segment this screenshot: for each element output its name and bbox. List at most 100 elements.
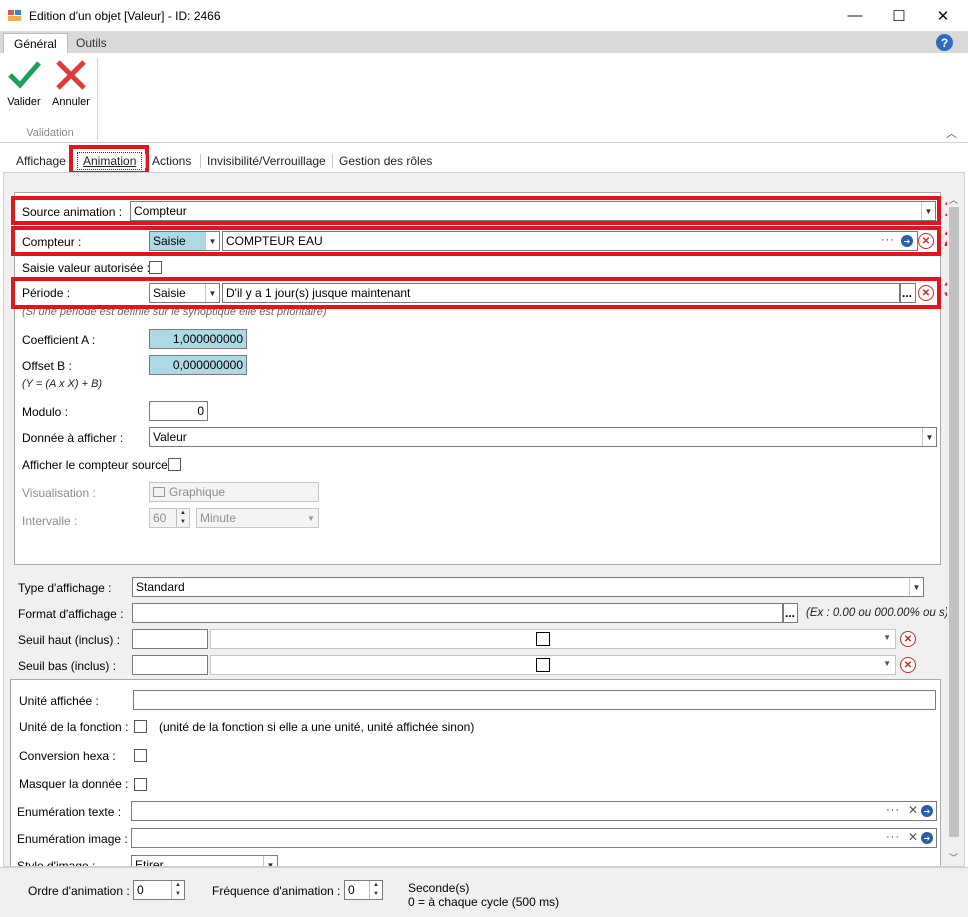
subtab-gestion-roles[interactable]: Gestion des rôles xyxy=(332,154,432,168)
title-bar: Edition d'un objet [Valeur] - ID: 2466 —… xyxy=(0,0,968,31)
scrollbar-thumb[interactable] xyxy=(949,207,959,837)
seuil-haut-color-dropdown[interactable]: ▼ xyxy=(210,629,896,649)
type-affichage-dropdown[interactable]: Standard ▼ xyxy=(132,577,924,597)
navigate-icon[interactable]: ➔ xyxy=(921,832,933,844)
clear-icon[interactable]: ✕ xyxy=(908,803,918,817)
frequence-animation-spinner[interactable]: 0 ▲ ▼ xyxy=(344,880,383,900)
seuil-haut-label: Seuil haut (inclus) : xyxy=(18,633,121,647)
scroll-up-icon[interactable]: ︿ xyxy=(949,193,958,206)
coefficient-label: Coefficient A : xyxy=(22,333,96,347)
enum-texte-field[interactable]: ··· ✕ ➔ xyxy=(131,801,937,821)
enum-texte-label: Enumération texte : xyxy=(17,805,122,819)
chart-icon xyxy=(153,487,165,497)
conversion-hexa-checkbox[interactable] xyxy=(134,749,147,762)
seuil-bas-input[interactable] xyxy=(132,655,208,675)
saisie-autorisee-label: Saisie valeur autorisée : xyxy=(22,261,151,275)
unite-fonction-label: Unité de la fonction : xyxy=(19,720,129,734)
more-icon[interactable]: ··· xyxy=(886,804,900,816)
style-image-label: Style d'image : xyxy=(17,859,96,867)
spinner-arrows-icon[interactable]: ▲ ▼ xyxy=(171,881,184,899)
conversion-hexa-label: Conversion hexa : xyxy=(19,749,116,763)
intervalle-spinner[interactable]: 60 ▲ ▼ xyxy=(149,508,190,528)
secondes-label: Seconde(s) xyxy=(408,881,470,895)
clear-seuil-bas-icon[interactable]: ✕ xyxy=(900,657,916,673)
close-button[interactable]: ✕ xyxy=(920,0,966,31)
enum-image-field[interactable]: ··· ✕ ➔ xyxy=(131,828,937,848)
unite-fonction-note: (unité de la fonction si elle a une unit… xyxy=(159,720,475,734)
bottom-bar: Ordre d'animation : 0 ▲ ▼ Fréquence d'ani… xyxy=(0,867,968,917)
collapse-ribbon-icon[interactable]: ︿ xyxy=(946,125,957,141)
content-area: Source animation : Compteur ▼ Compteur :… xyxy=(3,172,965,867)
highlight-box-2 xyxy=(11,226,941,256)
clear-icon[interactable]: ✕ xyxy=(908,830,918,844)
annuler-button[interactable]: Annuler xyxy=(50,57,92,108)
help-icon[interactable]: ? xyxy=(936,34,953,51)
afficher-source-checkbox[interactable] xyxy=(168,458,181,471)
seuil-haut-input[interactable] xyxy=(132,629,208,649)
vertical-scrollbar[interactable]: ︿ ﹀ xyxy=(947,193,961,866)
style-image-value: Etirer xyxy=(135,858,164,867)
style-image-dropdown[interactable]: Etirer ▼ xyxy=(131,855,278,867)
visualisation-button[interactable]: Graphique xyxy=(149,482,319,502)
subtab-animation[interactable]: Animation xyxy=(77,152,143,170)
clear-seuil-haut-icon[interactable]: ✕ xyxy=(900,631,916,647)
offset-input[interactable]: 0,000000000 xyxy=(149,355,247,375)
modulo-input[interactable]: 0 xyxy=(149,401,208,421)
ordre-animation-label: Ordre d'animation : xyxy=(28,884,130,898)
highlight-box-3 xyxy=(11,277,941,309)
chevron-down-icon: ▼ xyxy=(883,659,891,668)
intervalle-value: 60 xyxy=(153,511,167,525)
visualisation-value: Graphique xyxy=(169,485,226,499)
modulo-label: Modulo : xyxy=(22,405,69,419)
valider-button[interactable]: Valider xyxy=(5,57,43,108)
saisie-autorisee-checkbox[interactable] xyxy=(149,261,162,274)
intervalle-unit-dropdown[interactable]: Minute ▼ xyxy=(196,508,319,528)
format-affichage-label: Format d'affichage : xyxy=(18,607,124,621)
type-affichage-label: Type d'affichage : xyxy=(18,581,112,595)
donnee-value: Valeur xyxy=(153,430,187,444)
donnee-label: Donnée à afficher : xyxy=(22,431,124,445)
afficher-source-label: Afficher le compteur source : xyxy=(22,458,175,472)
format-affichage-input[interactable] xyxy=(132,603,783,623)
highlight-box-1 xyxy=(11,196,941,225)
unite-affichee-input[interactable] xyxy=(133,690,936,710)
color-swatch xyxy=(536,658,550,672)
scroll-down-icon[interactable]: ﹀ xyxy=(949,851,958,864)
frequence-animation-label: Fréquence d'animation : xyxy=(212,884,341,898)
subtab-invisibilite[interactable]: Invisibilité/Verrouillage xyxy=(200,154,326,168)
main-tabstrip: Général Outils ? xyxy=(0,31,968,53)
subtab-actions[interactable]: Actions xyxy=(145,154,191,168)
more-icon[interactable]: ··· xyxy=(886,831,900,843)
masquer-donnee-label: Masquer la donnée : xyxy=(19,777,129,791)
ordre-animation-spinner[interactable]: 0 ▲ ▼ xyxy=(133,880,185,900)
app-icon xyxy=(8,8,22,22)
annuler-label: Annuler xyxy=(52,96,90,108)
masquer-donnee-checkbox[interactable] xyxy=(134,778,147,791)
coefficient-input[interactable]: 1,000000000 xyxy=(149,329,247,349)
checkmark-icon xyxy=(8,61,41,89)
sub-tabstrip: Affichage Animation Actions Invisibilité… xyxy=(0,145,968,175)
maximize-button[interactable]: ☐ xyxy=(876,0,922,31)
window-title: Edition d'un objet [Valeur] - ID: 2466 xyxy=(29,9,221,23)
tab-outils[interactable]: Outils xyxy=(66,33,117,53)
type-affichage-value: Standard xyxy=(136,580,185,594)
seuil-bas-color-dropdown[interactable]: ▼ xyxy=(210,655,896,675)
subtab-affichage[interactable]: Affichage xyxy=(16,154,66,168)
unite-fonction-checkbox[interactable] xyxy=(134,720,147,733)
chevron-down-icon: ▼ xyxy=(883,633,891,642)
intervalle-unit-value: Minute xyxy=(200,511,237,525)
color-swatch xyxy=(536,632,550,646)
unite-affichee-label: Unité affichée : xyxy=(19,694,99,708)
format-hint: (Ex : 0.00 ou 000.00% ou s) xyxy=(806,607,949,619)
chevron-down-icon: ▼ xyxy=(909,578,923,596)
tab-general[interactable]: Général xyxy=(3,33,68,53)
format-browse-button[interactable]: ... xyxy=(783,603,798,623)
navigate-icon[interactable]: ➔ xyxy=(921,805,933,817)
intervalle-label: Intervalle : xyxy=(22,514,78,528)
group-separator xyxy=(97,58,98,140)
chevron-down-icon: ▼ xyxy=(922,428,936,446)
minimize-button[interactable]: — xyxy=(832,0,878,31)
ribbon: Valider Annuler Validation ︿ xyxy=(0,53,968,143)
donnee-dropdown[interactable]: Valeur ▼ xyxy=(149,427,937,447)
spinner-arrows-icon[interactable]: ▲ ▼ xyxy=(369,881,382,899)
